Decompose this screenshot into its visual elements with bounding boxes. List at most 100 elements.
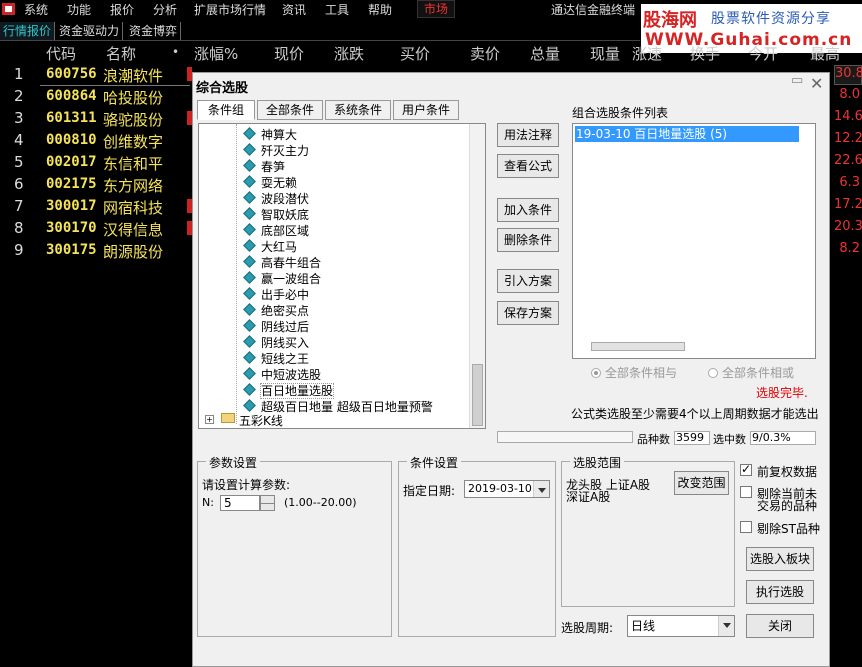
high-value: 12.2 — [834, 131, 862, 146]
add-condition-button[interactable]: 加入条件 — [497, 198, 559, 222]
subtab-condition-group[interactable]: 条件组 — [197, 100, 255, 120]
dialog-titlebar[interactable]: 综合选股 ▭ ✕ — [193, 73, 829, 97]
col-volume[interactable]: 总量 — [530, 43, 560, 64]
menu-analysis[interactable]: 分析 — [153, 1, 177, 18]
progress-bar — [497, 431, 633, 443]
close-button[interactable]: 关闭 — [746, 614, 814, 638]
check-fq-data[interactable] — [740, 462, 752, 476]
tree-item-selected[interactable]: 百日地量选股 — [243, 382, 335, 399]
col-current-volume[interactable]: 现量 — [590, 43, 620, 64]
tab-capital-drive[interactable]: 资金驱动力 — [56, 22, 124, 40]
tree-item[interactable]: 底部区域 — [243, 222, 309, 239]
stock-code: 300170 — [46, 220, 97, 236]
tree-item[interactable]: 高春牛组合 — [243, 254, 321, 271]
period-label: 选股周期: — [561, 621, 614, 635]
tree-scrollbar[interactable] — [469, 124, 485, 428]
usage-notes-button[interactable]: 用法注释 — [497, 123, 559, 147]
formula-icon — [243, 287, 256, 300]
tree-item[interactable]: 智取妖底 — [243, 206, 309, 223]
formula-icon — [243, 271, 256, 284]
col-code[interactable]: 代码 — [46, 43, 76, 64]
col-turnover[interactable]: 换手 — [690, 43, 720, 64]
select-to-block-button[interactable]: 选股入板块 — [746, 547, 814, 571]
chevron-down-icon[interactable] — [718, 616, 734, 636]
col-change[interactable]: 涨跌 — [334, 43, 364, 64]
tree-item[interactable]: 赢一波组合 — [243, 270, 321, 287]
minimize-icon[interactable]: ▭ — [791, 73, 803, 88]
col-open[interactable]: 今开 — [748, 43, 778, 64]
tree-item[interactable]: 阴线买入 — [243, 334, 309, 351]
check-exclude-untraded[interactable] — [740, 486, 752, 498]
radio-all-and[interactable]: 全部条件相与 — [591, 364, 677, 381]
row-number: 5 — [14, 153, 24, 171]
subtab-all-conditions[interactable]: 全部条件 — [257, 100, 323, 120]
tree-item[interactable]: 耍无赖 — [243, 174, 297, 191]
stock-code: 600756 — [46, 66, 97, 82]
formula-icon — [243, 143, 256, 156]
row-number: 4 — [14, 131, 24, 149]
tree-item[interactable]: 波段潜伏 — [243, 190, 309, 207]
col-dot: • — [172, 45, 180, 59]
count-label: 品种数 — [637, 433, 670, 446]
param-n-stepper[interactable] — [260, 495, 275, 511]
close-icon[interactable]: ✕ — [810, 74, 823, 93]
tree-item[interactable]: 中短波选股 — [243, 366, 321, 383]
check-st-label: 剔除ST品种 — [757, 522, 820, 536]
radio-all-or[interactable]: 全部条件相或 — [708, 364, 794, 381]
condition-list[interactable]: 19-03-10 百日地量选股 (5) — [572, 123, 816, 359]
col-price[interactable]: 现价 — [274, 43, 304, 64]
col-bid[interactable]: 买价 — [400, 43, 430, 64]
save-plan-button[interactable]: 保存方案 — [497, 301, 559, 325]
tree-item[interactable]: 神算大 — [243, 126, 297, 143]
view-formula-button[interactable]: 查看公式 — [497, 154, 559, 178]
stock-code: 601311 — [46, 110, 97, 126]
chevron-down-icon[interactable] — [533, 481, 549, 497]
col-speed[interactable]: 涨速 — [632, 43, 662, 64]
tree-item[interactable]: 歼灭主力 — [243, 142, 309, 159]
high-value: 30.8 — [834, 65, 862, 85]
tree-folder-item[interactable]: 五彩K线 — [239, 412, 283, 428]
menu-extended-market[interactable]: 扩展市场行情 — [194, 1, 266, 18]
menu-news[interactable]: 资讯 — [282, 1, 306, 18]
col-name[interactable]: 名称 — [106, 43, 136, 64]
tree-item[interactable]: 出手必中 — [243, 286, 309, 303]
scrollbar-thumb[interactable] — [472, 364, 483, 426]
expand-icon[interactable]: + — [205, 415, 214, 424]
subtab-system-conditions[interactable]: 系统条件 — [325, 100, 391, 120]
app-logo-icon[interactable] — [2, 3, 15, 15]
param-name: N: — [202, 496, 214, 509]
change-range-button[interactable]: 改变范围 — [674, 471, 729, 495]
menu-system[interactable]: 系统 — [24, 1, 48, 18]
delete-condition-button[interactable]: 删除条件 — [497, 228, 559, 252]
tree-item[interactable]: 超级百日地量 超级百日地量预警 — [243, 398, 433, 415]
menu-quote[interactable]: 报价 — [110, 1, 134, 18]
menu-market[interactable]: 市场 — [417, 0, 455, 18]
param-n-input[interactable]: 5 — [220, 495, 260, 511]
list-item-selected[interactable]: 19-03-10 百日地量选股 (5) — [575, 126, 799, 142]
date-picker[interactable]: 2019-03-10 — [464, 480, 550, 498]
tab-capital-game[interactable]: 资金博弈 — [126, 22, 182, 40]
menu-help[interactable]: 帮助 — [368, 1, 392, 18]
col-ask[interactable]: 卖价 — [470, 43, 500, 64]
condition-list-title: 组合选股条件列表 — [572, 106, 669, 120]
tab-quotes[interactable]: 行情报价 — [0, 22, 56, 40]
tree-item[interactable]: 短线之王 — [243, 350, 309, 367]
import-plan-button[interactable]: 引入方案 — [497, 269, 559, 293]
tree-item[interactable]: 绝密买点 — [243, 302, 309, 319]
horizontal-scrollbar[interactable] — [591, 342, 685, 351]
col-change-pct[interactable]: 涨幅% — [194, 43, 238, 64]
tree-item[interactable]: 春笋 — [243, 158, 285, 175]
condition-tree[interactable]: 神算大 歼灭主力 春笋 耍无赖 波段潜伏 智取妖底 底部区域 大红马 高春牛组合… — [198, 123, 486, 429]
menu-function[interactable]: 功能 — [67, 1, 91, 18]
count-value: 3599 — [674, 431, 710, 445]
tree-item[interactable]: 阴线过后 — [243, 318, 309, 335]
stock-name: 创维数字 — [103, 133, 164, 151]
col-high[interactable]: 最高 — [810, 43, 840, 64]
period-select[interactable]: 日线 — [627, 615, 735, 637]
subtab-user-conditions[interactable]: 用户条件 — [393, 100, 459, 120]
check-exclude-st[interactable] — [740, 521, 752, 533]
tree-item[interactable]: 大红马 — [243, 238, 297, 255]
tree-guide-line — [236, 124, 237, 424]
menu-tools[interactable]: 工具 — [325, 1, 349, 18]
execute-screen-button[interactable]: 执行选股 — [746, 580, 814, 604]
